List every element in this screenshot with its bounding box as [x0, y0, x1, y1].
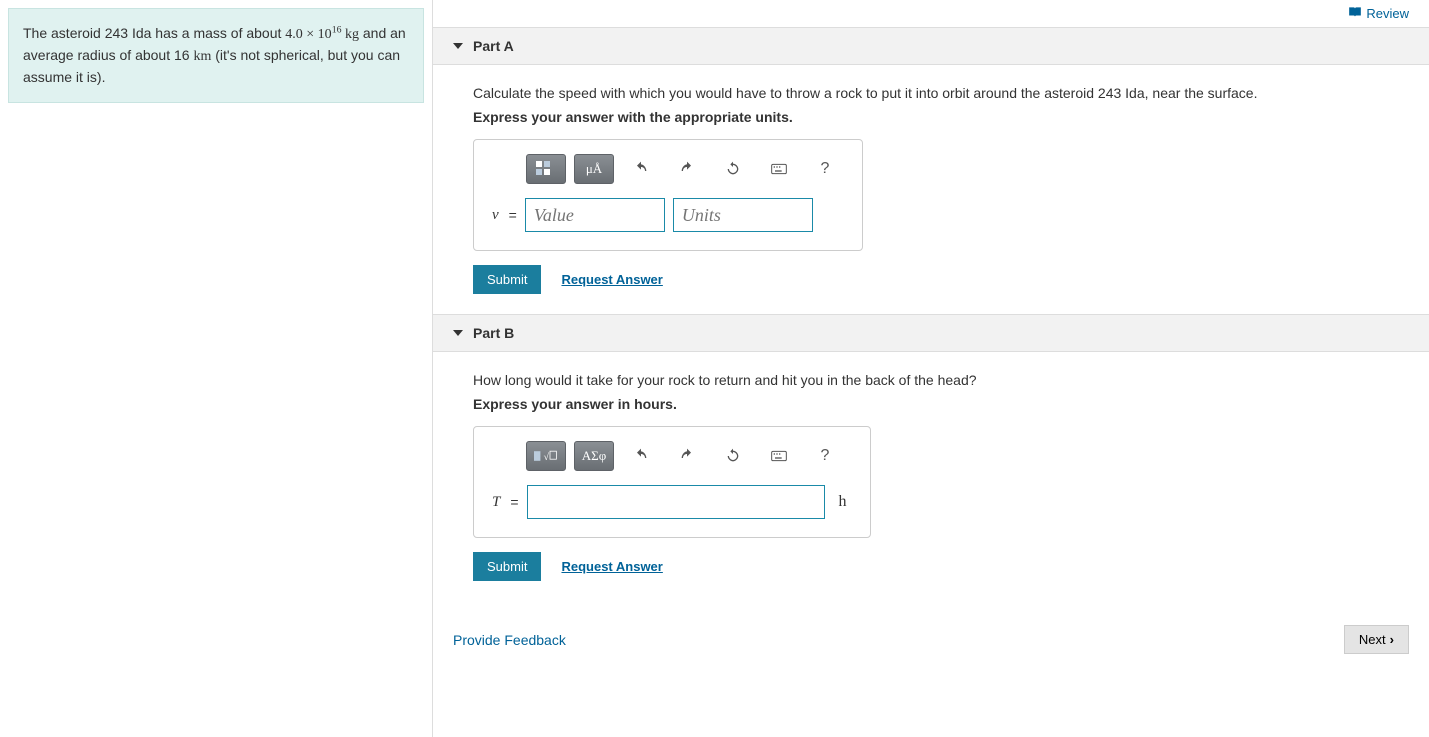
svg-text:√: √ [544, 452, 550, 463]
part-a-prompt: Calculate the speed with which you would… [473, 85, 1409, 101]
keyboard-button[interactable] [760, 155, 798, 183]
part-b-variable: T [492, 494, 500, 511]
next-button[interactable]: Next› [1344, 625, 1409, 654]
redo-button[interactable] [668, 155, 706, 183]
units-button[interactable]: μÅ [574, 154, 614, 184]
part-b-value-input[interactable] [527, 485, 825, 519]
part-b-submit-button[interactable]: Submit [473, 552, 541, 581]
part-a-answer-box: μÅ ? v = [473, 139, 863, 251]
reset-button[interactable] [714, 442, 752, 470]
part-a-variable: v [492, 207, 499, 224]
reset-button[interactable] [714, 155, 752, 183]
help-button[interactable]: ? [806, 155, 844, 183]
part-b-request-answer[interactable]: Request Answer [561, 559, 662, 574]
part-a-header[interactable]: Part A [433, 27, 1429, 65]
greek-button[interactable]: ΑΣφ [574, 441, 614, 471]
keyboard-button[interactable] [760, 442, 798, 470]
book-icon [1348, 6, 1362, 21]
problem-statement: The asteroid 243 Ida has a mass of about… [8, 8, 424, 103]
part-b-unit: h [839, 493, 847, 511]
part-a-submit-button[interactable]: Submit [473, 265, 541, 294]
part-a-units-input[interactable] [673, 198, 813, 232]
help-button[interactable]: ? [806, 442, 844, 470]
chevron-down-icon [453, 43, 463, 49]
provide-feedback-link[interactable]: Provide Feedback [453, 632, 566, 648]
part-a-hint: Express your answer with the appropriate… [473, 109, 1409, 125]
redo-button[interactable] [668, 442, 706, 470]
chevron-down-icon [453, 330, 463, 336]
part-a-title: Part A [473, 38, 514, 54]
part-a-value-input[interactable] [525, 198, 665, 232]
part-b-hint: Express your answer in hours. [473, 396, 1409, 412]
part-a-request-answer[interactable]: Request Answer [561, 272, 662, 287]
templates-button[interactable]: √ [526, 441, 566, 471]
chevron-right-icon: › [1390, 632, 1394, 647]
undo-button[interactable] [622, 442, 660, 470]
undo-button[interactable] [622, 155, 660, 183]
review-link[interactable]: Review [1348, 6, 1409, 21]
part-b-header[interactable]: Part B [433, 314, 1429, 352]
templates-button[interactable] [526, 154, 566, 184]
part-b-title: Part B [473, 325, 514, 341]
part-b-prompt: How long would it take for your rock to … [473, 372, 1409, 388]
part-b-answer-box: √ ΑΣφ ? T = h [473, 426, 871, 538]
